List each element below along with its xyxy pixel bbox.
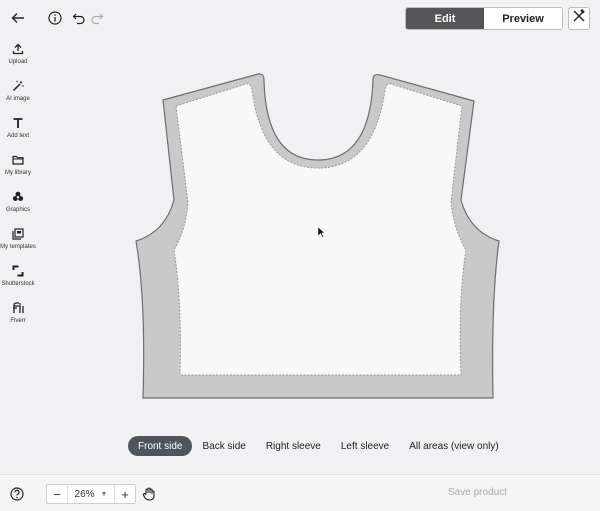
tab-all-areas[interactable]: All areas (view only) (399, 436, 508, 456)
tab-right-sleeve[interactable]: Right sleeve (256, 436, 331, 456)
garment-front (135, 73, 500, 399)
save-product-button[interactable]: Save product (448, 487, 507, 498)
zoom-in-button[interactable]: + (115, 485, 135, 503)
side-tabs: Front side Back side Right sleeve Left s… (128, 436, 509, 456)
zoom-select[interactable]: 26% ▼ (67, 485, 115, 503)
hand-icon[interactable] (142, 487, 156, 501)
chevron-down-icon: ▼ (100, 490, 108, 498)
tab-back-side[interactable]: Back side (192, 436, 255, 456)
zoom-out-button[interactable]: − (47, 485, 67, 503)
zoom-value: 26% (74, 488, 95, 500)
tab-front-side[interactable]: Front side (128, 436, 193, 456)
design-canvas[interactable] (0, 0, 600, 474)
zoom-control: − 26% ▼ + (46, 484, 136, 504)
bottom-bar: − 26% ▼ + Save product (0, 474, 600, 511)
help-icon[interactable] (10, 487, 24, 501)
tab-left-sleeve[interactable]: Left sleeve (331, 436, 399, 456)
